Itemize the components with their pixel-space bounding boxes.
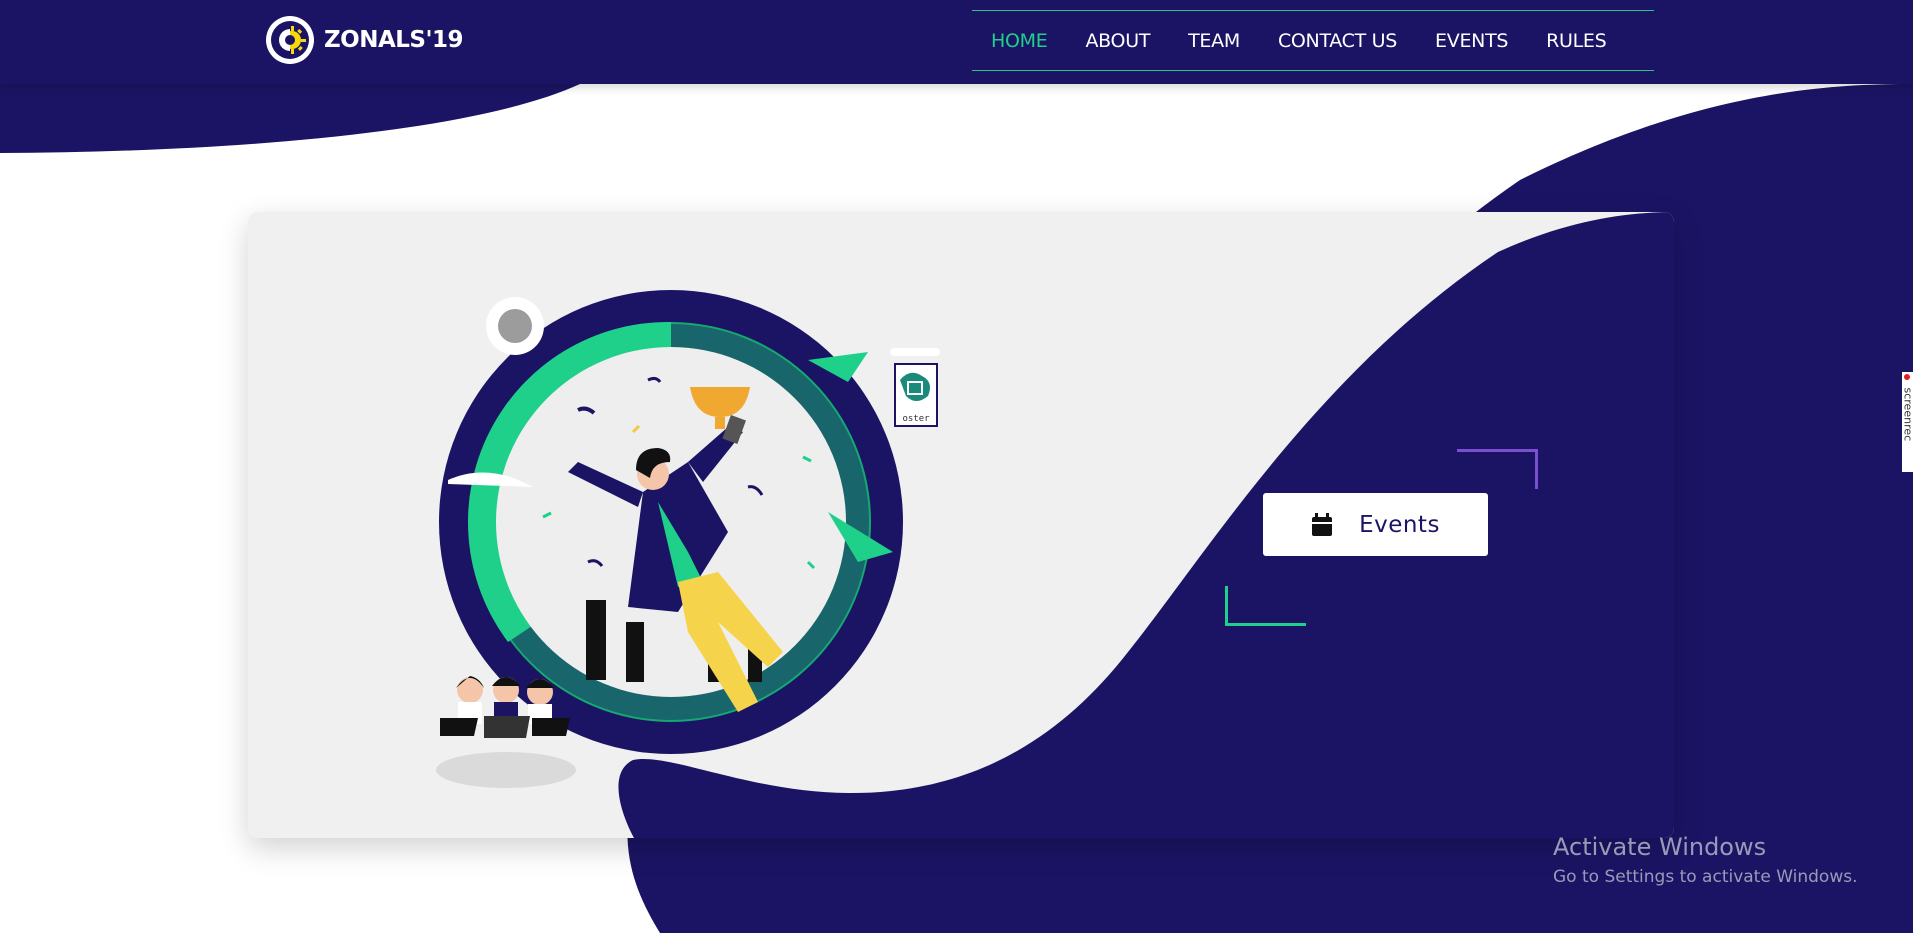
events-button-label: Events: [1359, 511, 1440, 538]
main-nav: HOME ABOUT TEAM CONTACT US EVENTS RULES: [972, 10, 1654, 71]
site-header: ZONALS'19 HOME ABOUT TEAM CONTACT US EVE…: [0, 0, 1913, 84]
poster-label: oster: [902, 414, 930, 424]
calendar-icon: [1312, 512, 1333, 536]
nav-about[interactable]: ABOUT: [1085, 30, 1150, 52]
brand-name: ZONALS'19: [324, 27, 464, 53]
watermark-title: Activate Windows: [1553, 833, 1767, 861]
sun-gear-logo-icon: [266, 16, 314, 64]
events-button[interactable]: Events: [1263, 493, 1488, 556]
nav-home[interactable]: HOME: [991, 30, 1048, 52]
decor-bracket-green: [1225, 586, 1306, 626]
watermark-subtitle: Go to Settings to activate Windows.: [1553, 867, 1858, 887]
nav-rules[interactable]: RULES: [1546, 30, 1607, 52]
windows-activation-watermark: Activate Windows Go to Settings to activ…: [1553, 833, 1858, 887]
nav-team[interactable]: TEAM: [1188, 30, 1240, 52]
nav-events[interactable]: EVENTS: [1435, 30, 1508, 52]
record-dot-icon: [1904, 374, 1910, 380]
decor-bracket-purple: [1457, 449, 1538, 489]
brand-logo[interactable]: ZONALS'19: [265, 15, 464, 65]
hero-card: oster Events: [248, 212, 1674, 838]
screen-recorder-tab[interactable]: screenrec: [1902, 372, 1913, 472]
nav-contact-us[interactable]: CONTACT US: [1278, 30, 1397, 52]
screen-recorder-label: screenrec: [1901, 387, 1913, 442]
